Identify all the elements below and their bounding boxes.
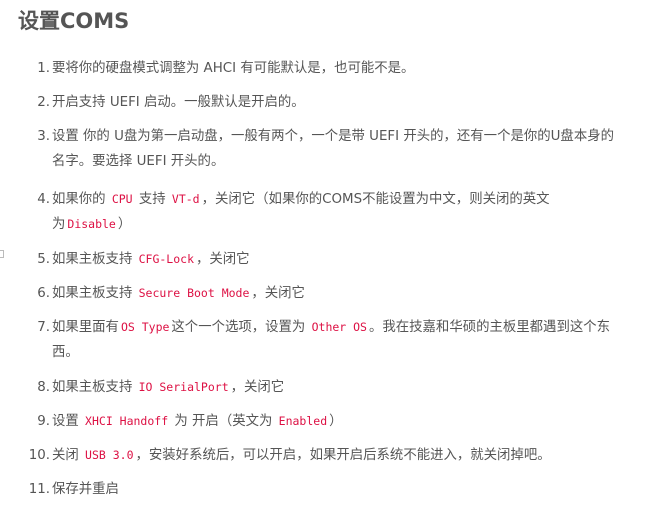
text-segment: 如果你的: [52, 192, 110, 207]
list-item-line: 设置 XHCI Handoff 为 开启（英文为 Enabled）: [52, 409, 343, 434]
inline-code: OS Type: [120, 320, 170, 334]
list-item: 4. 如果你的 CPU 支持 VT-d ，关闭它（如果你的COMS不能设置为中文，则…: [0, 187, 663, 237]
text-segment: 。我在技嘉和华硕的主板里都遇到这个东: [368, 320, 611, 335]
text-segment: 支持: [134, 192, 170, 207]
inline-code: IO SerialPort: [138, 380, 229, 394]
text-segment: 设置: [52, 414, 84, 429]
text-segment: 西。: [52, 345, 79, 360]
inline-code: CFG-Lock: [138, 252, 194, 266]
list-item-line: 关闭 USB 3.0 ，安装好系统后，可以开启，如果开启后系统不能进入，就关闭掉吧…: [52, 443, 551, 468]
text-segment: 这个一个选项，设置为: [171, 320, 310, 335]
inline-code: XHCI Handoff: [85, 414, 169, 428]
inline-code: Enabled: [278, 414, 328, 428]
text-segment: 如果主板支持: [52, 286, 137, 301]
list-item-number: 5.: [37, 252, 50, 267]
list-item: 3. 设置 你的 U盘为第一启动盘，一般有两个，一个是带 UEFI 开头的，还有一…: [0, 124, 663, 174]
list-item-number: 4.: [37, 192, 50, 207]
list-item: 6. 如果主板支持 Secure Boot Mode ，关闭它: [0, 281, 663, 306]
list-item: 5. 如果主板支持 CFG-Lock ，关闭它: [0, 247, 663, 272]
list-item-line: 西。: [52, 340, 79, 365]
list-item-line: 如果里面有 OS Type 这个一个选项，设置为 Other OS 。我在技嘉和华硕的…: [52, 315, 610, 340]
text-segment: 开启支持 UEFI 启动。一般默认是开启的。: [52, 95, 305, 110]
list-item-line: 要将你的硬盘模式调整为 AHCI 有可能默认是，也可能不是。: [52, 56, 414, 81]
text-segment: ，安装好系统后，可以开启，如果开启后系统不能进入，就关闭掉吧。: [135, 448, 551, 463]
list-item: 8. 如果主板支持 IO SerialPort ，关闭它: [0, 375, 663, 400]
text-segment: 要将你的硬盘模式调整为 AHCI 有可能默认是，也可能不是。: [52, 61, 415, 76]
text-segment: ，关闭它: [251, 286, 305, 301]
list-item-number: 7.: [37, 320, 50, 335]
list-item-line: 开启支持 UEFI 启动。一般默认是开启的。: [52, 90, 305, 115]
list-item-number: 6.: [37, 286, 50, 301]
text-segment: 如果里面有: [52, 320, 119, 335]
text-segment: 为: [52, 217, 66, 232]
list-item-line: 名字。要选择 UEFI 开头的。: [52, 149, 224, 174]
list-item-number: 9.: [37, 414, 50, 429]
inline-code: VT-d: [171, 192, 200, 206]
list-item-number: 1.: [37, 61, 50, 76]
text-segment: 如果主板支持: [52, 380, 137, 395]
list-item-number: 3.: [37, 129, 50, 144]
inline-code: Other OS: [311, 320, 367, 334]
text-segment: 名字。要选择 UEFI 开头的。: [52, 154, 225, 169]
text-segment: 关闭: [52, 448, 84, 463]
text-segment: ，关闭它: [196, 252, 250, 267]
text-segment: ）: [329, 414, 343, 429]
list-item-line: 设置 你的 U盘为第一启动盘，一般有两个，一个是带 UEFI 开头的，还有一个是…: [52, 124, 614, 149]
list-item: 2. 开启支持 UEFI 启动。一般默认是开启的。: [0, 90, 663, 115]
text-segment: 设置 你的 U盘为第一启动盘，一般有两个，一个是带 UEFI 开头的，还有一个是…: [52, 129, 614, 144]
list-item-line: 如果主板支持 IO SerialPort ，关闭它: [52, 375, 284, 400]
text-segment: 如果主板支持: [52, 252, 137, 267]
list-item-number: 2.: [37, 95, 50, 110]
list-item-number: 8.: [37, 380, 50, 395]
list-item: 9. 设置 XHCI Handoff 为 开启（英文为 Enabled）: [0, 409, 663, 434]
list-item-line: 如果主板支持 Secure Boot Mode ，关闭它: [52, 281, 305, 306]
list-item-line: 保存并重启: [52, 477, 119, 502]
inline-code: USB 3.0: [85, 448, 134, 462]
text-segment: ，关闭它（如果你的COMS不能设置为中文，则关闭的英文: [201, 192, 550, 207]
inline-code: Secure Boot Mode: [138, 286, 250, 300]
list-item-line: 如果你的 CPU 支持 VT-d ，关闭它（如果你的COMS不能设置为中文，则关闭…: [52, 187, 550, 212]
list-item: 10. 关闭 USB 3.0 ，安装好系统后，可以开启，如果开启后系统不能进入，就关…: [0, 443, 663, 468]
page-title: 设置COMS: [18, 9, 130, 33]
inline-code: CPU: [111, 192, 133, 206]
inline-code: Disable: [67, 217, 116, 231]
list-item-number: 11.: [28, 482, 50, 497]
list-item: 1. 要将你的硬盘模式调整为 AHCI 有可能默认是，也可能不是。: [0, 56, 663, 81]
text-segment: 保存并重启: [52, 482, 119, 497]
list-item: 11. 保存并重启: [0, 477, 663, 502]
list-item-line: 为 Disable）: [52, 212, 131, 237]
text-segment: ，关闭它: [230, 380, 285, 395]
text-segment: ）: [117, 217, 132, 232]
list-item-number: 10.: [28, 448, 50, 463]
text-segment: 为 开启（英文为: [170, 414, 277, 429]
list-item-line: 如果主板支持 CFG-Lock ，关闭它: [52, 247, 250, 272]
list-item: 7. 如果里面有 OS Type 这个一个选项，设置为 Other OS 。我在技嘉和华…: [0, 315, 663, 365]
